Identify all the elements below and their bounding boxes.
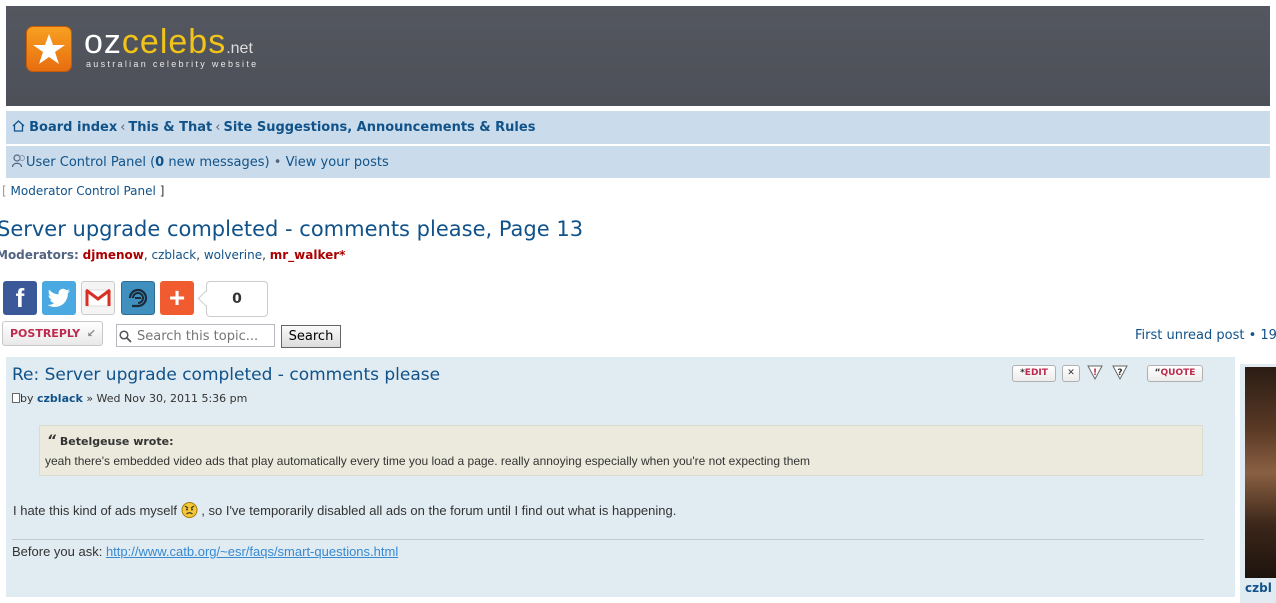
breadcrumb: Board index ‹ This & That ‹ Site Suggestions… — [12, 120, 535, 135]
post-profile: czbl — [1240, 364, 1276, 603]
twitter-icon[interactable] — [42, 281, 76, 315]
post: Re: Server upgrade completed - comments … — [6, 357, 1235, 597]
share-count: 0 — [206, 281, 268, 317]
email-share-icon[interactable] — [121, 281, 155, 315]
search-icon — [119, 328, 132, 347]
post-body-text-1: I hate this kind of ads myself — [13, 503, 178, 518]
site-header: ozcelebs.net australian celebrity websit… — [6, 6, 1270, 106]
signature: Before you ask: http://www.catb.org/~esr… — [12, 544, 398, 559]
signature-divider — [12, 539, 1204, 540]
delete-icon[interactable]: ✕ — [1062, 365, 1080, 382]
star-logo-icon[interactable] — [27, 27, 71, 71]
ucp-suffix: new messages) — [164, 155, 270, 170]
pagination: First unread post • 19 — [1135, 328, 1276, 343]
user-icon — [11, 154, 26, 170]
moderator-czblack[interactable]: czblack — [151, 248, 196, 262]
breadcrumb-site-suggestions[interactable]: Site Suggestions, Announcements & Rules — [223, 120, 535, 135]
pagination-tail[interactable]: • 19 — [1249, 328, 1276, 343]
post-author[interactable]: czblack — [37, 392, 83, 405]
moderators-label: Moderators: — [0, 248, 79, 262]
edit-label: EDIT — [1024, 368, 1048, 378]
svg-text:?: ? — [1117, 368, 1122, 378]
mcp-open-bracket: [ — [2, 184, 7, 198]
logo-net: .net — [226, 40, 253, 57]
logo-celebs: celebs — [121, 23, 227, 61]
moderator-djmenow[interactable]: djmenow — [83, 248, 144, 262]
moderator-separator: , — [196, 248, 204, 262]
post-reply-label: POSTREPLY — [10, 327, 81, 340]
signature-link[interactable]: http://www.catb.org/~esr/faqs/smart-ques… — [106, 544, 398, 559]
moderators-line: Moderators: djmenow, czblack, wolverine,… — [0, 248, 345, 262]
post-date: » Wed Nov 30, 2011 5:36 pm — [86, 392, 248, 405]
site-tagline: australian celebrity website — [86, 59, 259, 69]
quote-label: QUOTE — [1160, 368, 1196, 378]
quote-text: yeah there's embedded video ads that pla… — [45, 454, 811, 468]
addthis-plus-icon[interactable]: + — [160, 281, 194, 315]
report-icon[interactable]: ! — [1086, 365, 1104, 382]
search-button[interactable]: Search — [281, 325, 341, 348]
breadcrumb-board-index[interactable]: Board index — [29, 120, 117, 135]
breadcrumb-separator: ‹ — [215, 120, 221, 135]
breadcrumb-bar: Board index ‹ This & That ‹ Site Suggestions… — [6, 111, 1270, 144]
avatar[interactable] — [1245, 367, 1276, 578]
first-unread-post-link[interactable]: First unread post — [1135, 328, 1244, 343]
post-reply-button[interactable]: POSTREPLY ↙ — [2, 321, 103, 346]
mcp-close-bracket: ] — [159, 184, 165, 198]
profile-username[interactable]: czbl — [1245, 581, 1272, 595]
view-your-posts-link[interactable]: View your posts — [286, 155, 389, 170]
quote-mark-icon: “ — [47, 433, 57, 449]
post-icon[interactable] — [12, 393, 20, 403]
facebook-icon[interactable]: f — [3, 281, 37, 315]
moderator-separator: , — [262, 248, 270, 262]
signature-label: Before you ask: — [12, 544, 106, 559]
quote-button[interactable]: “QUOTE — [1147, 365, 1203, 382]
moderator-control-panel: [ Moderator Control Panel ] — [2, 184, 164, 198]
user-bar: User Control Panel (0 new messages) • Vi… — [6, 146, 1270, 178]
breadcrumb-separator: ‹ — [120, 120, 126, 135]
moderator-wolverine[interactable]: wolverine — [204, 248, 262, 262]
info-icon[interactable]: ? — [1111, 365, 1129, 382]
quote-cite: “ Betelgeuse wrote: — [47, 433, 173, 449]
post-body-text-2: , so I've temporarily disabled all ads o… — [197, 503, 677, 518]
moderator-control-panel-link[interactable]: Moderator Control Panel — [11, 184, 156, 198]
logo-oz: oz — [84, 23, 122, 61]
page-title[interactable]: Server upgrade completed - comments plea… — [0, 217, 583, 241]
post-body: I hate this kind of ads myself , so I've… — [13, 501, 676, 521]
user-control-panel-link[interactable]: User Control Panel (0 new messages) — [26, 155, 270, 170]
moderator-mr-walker[interactable]: mr_walker* — [270, 248, 346, 262]
angry-smiley-icon — [181, 501, 198, 521]
reply-arrow-icon: ↙ — [86, 327, 96, 340]
quote-block: “ Betelgeuse wrote: yeah there's embedde… — [39, 425, 1203, 476]
gmail-icon[interactable] — [81, 281, 115, 315]
quote-cite-text: Betelgeuse wrote: — [59, 435, 174, 448]
ucp-label: User Control Panel ( — [26, 155, 156, 170]
new-message-count: 0 — [155, 155, 165, 170]
user-links: User Control Panel (0 new messages) • Vi… — [11, 154, 389, 170]
bullet-separator: • — [273, 155, 282, 170]
edit-button[interactable]: *EDIT — [1012, 365, 1056, 382]
post-author-line: by czblack » Wed Nov 30, 2011 5:36 pm — [12, 392, 247, 405]
svg-text:!: ! — [1093, 368, 1097, 378]
home-icon — [12, 120, 25, 135]
post-title[interactable]: Re: Server upgrade completed - comments … — [12, 365, 440, 385]
post-by: by — [20, 392, 34, 405]
breadcrumb-this-and-that[interactable]: This & That — [128, 120, 212, 135]
search-topic-input[interactable] — [116, 324, 275, 347]
